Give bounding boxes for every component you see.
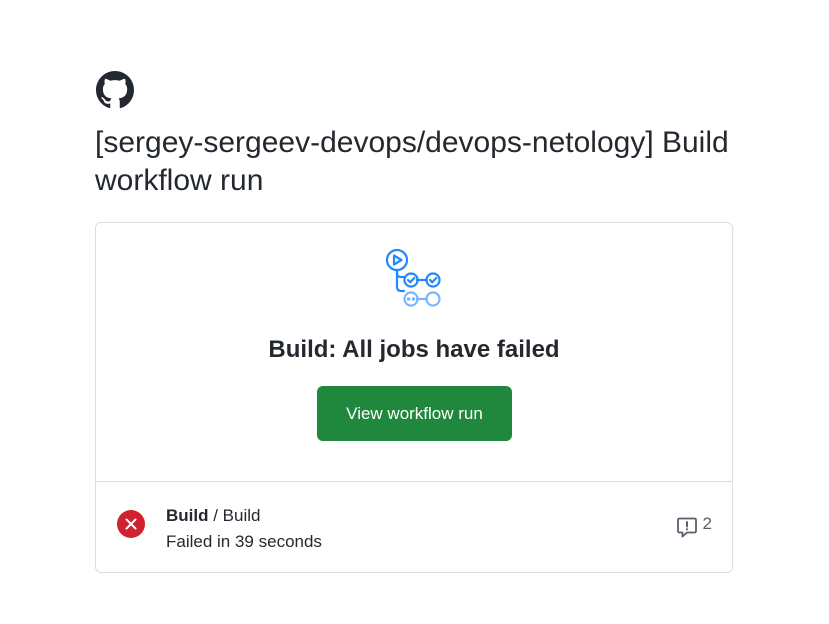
job-name: Build — [222, 506, 261, 525]
comment-alert-icon — [676, 517, 697, 538]
notification-card: Build: All jobs have failed View workflo… — [95, 222, 733, 573]
job-title[interactable]: Build / Build — [166, 505, 260, 527]
annotations-link[interactable]: 2 — [675, 513, 712, 539]
github-mark-icon — [96, 71, 134, 109]
page-title: [sergey-sergeev-devops/devops-netology] … — [95, 126, 729, 197]
card-hero: Build: All jobs have failed View workflo… — [96, 223, 732, 482]
job-row: Build / Build Failed in 39 seconds 2 — [96, 482, 732, 574]
card-headline: Build: All jobs have failed — [268, 336, 560, 363]
workflow-icon — [385, 248, 441, 307]
job-title-separator: / — [208, 506, 223, 525]
failure-x-icon — [117, 510, 145, 538]
annotation-count: 2 — [702, 514, 712, 533]
workflow-name: Build — [166, 506, 209, 525]
view-workflow-run-button[interactable]: View workflow run — [317, 386, 512, 441]
job-status-text: Failed in 39 seconds — [166, 532, 322, 551]
